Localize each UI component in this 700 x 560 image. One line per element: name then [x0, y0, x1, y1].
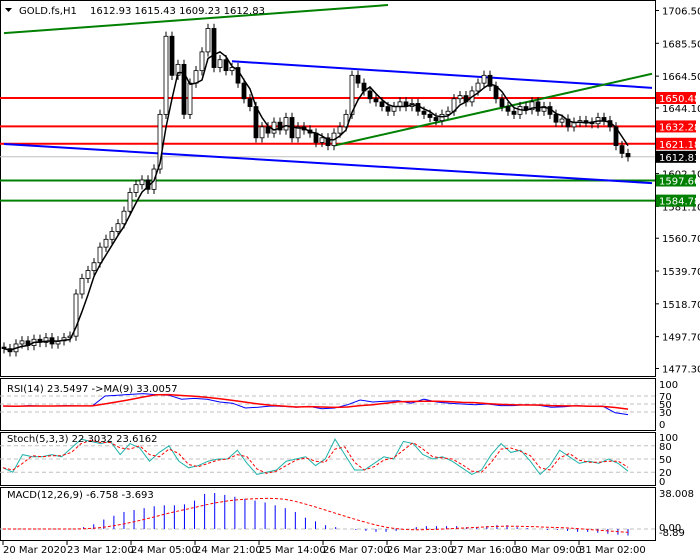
candle-body: [97, 246, 103, 264]
candle-body: [79, 277, 85, 295]
candle-body: [439, 113, 445, 122]
level-price-label: 1632.28: [659, 122, 700, 133]
candle-body: [319, 137, 325, 143]
candle-body: [535, 101, 541, 112]
candle-body: [199, 51, 205, 72]
candle-body: [85, 270, 91, 279]
main-panel-frame: [0, 0, 656, 377]
macd-tick-label: 38.008: [659, 489, 694, 500]
x-tick-label: 25 Mar 14:00: [259, 545, 326, 556]
y-tick-label: 1685.50: [662, 39, 700, 50]
x-tick-label: 31 Mar 02:00: [579, 545, 646, 556]
macd-label: MACD(12,26,9) -6.758 -3.693: [7, 490, 154, 501]
candle-body: [475, 82, 481, 92]
candle-body: [187, 82, 193, 115]
y-tick-label: 1539.70: [662, 267, 700, 278]
candle-body: [223, 59, 229, 72]
candle-body: [499, 98, 505, 107]
rsi-label: RSI(14) 23.5497 ->MA(9) 33.0057: [7, 384, 178, 395]
x-tick-label: 24 Mar 21:00: [195, 545, 262, 556]
level-price-label: 1650.48: [659, 94, 700, 105]
candle-body: [625, 153, 631, 158]
candle-body: [109, 231, 115, 240]
candle-body: [421, 110, 427, 115]
candle-body: [457, 95, 463, 100]
candle-body: [559, 118, 565, 123]
candle-body: [427, 113, 433, 118]
candle-body: [583, 120, 589, 123]
level-price-label: 1621.18: [659, 140, 700, 151]
indicator-tick-label: 80: [659, 442, 672, 453]
candle-body: [211, 28, 217, 68]
stoch-label: Stoch(5,3,3) 22.3032 23.6162: [7, 434, 158, 445]
y-tick-label: 1644.10: [662, 104, 700, 115]
candle-body: [367, 90, 373, 100]
y-tick-label: 1497.70: [662, 333, 700, 344]
candle-body: [103, 238, 109, 248]
indicator-tick-label: 0: [659, 477, 665, 488]
candle-body: [619, 145, 625, 154]
indicator-tick-label: 30: [659, 408, 672, 419]
macd-tick-label: -8.89: [659, 528, 685, 539]
candle-body: [433, 117, 439, 122]
x-tick-label: 23 Mar 12:00: [67, 545, 134, 556]
y-tick-label: 1518.70: [662, 300, 700, 311]
candle-body: [337, 126, 343, 134]
candle-body: [379, 101, 385, 107]
y-tick-label: 1560.70: [662, 234, 700, 245]
candle-body: [19, 340, 25, 345]
y-tick-label: 1664.50: [662, 72, 700, 83]
candle-body: [127, 192, 133, 212]
candle-body: [193, 70, 199, 84]
indicator-tick-label: 100: [659, 380, 678, 391]
candle-body: [283, 117, 289, 131]
x-tick-label: 27 Mar 16:00: [451, 545, 518, 556]
x-tick-label: 30 Mar 09:00: [515, 545, 582, 556]
x-tick-label: 26 Mar 07:00: [323, 545, 390, 556]
level-price-label: 1597.66: [659, 177, 700, 188]
candle-body: [217, 59, 223, 68]
candle-body: [601, 117, 607, 122]
indicator-tick-label: 0: [659, 420, 665, 431]
candle-body: [163, 35, 169, 115]
x-tick-label: 26 Mar 23:00: [387, 545, 454, 556]
y-tick-label: 1706.50: [662, 7, 700, 18]
candle-body: [91, 262, 97, 271]
x-tick-label: 24 Mar 05:00: [131, 545, 198, 556]
level-price-label: 1584.78: [659, 197, 700, 208]
candle-body: [259, 126, 265, 139]
chart-symbol: GOLD.fs,H1: [19, 6, 77, 17]
candle-body: [133, 184, 139, 193]
candle-body: [241, 82, 247, 100]
candle-body: [385, 106, 391, 112]
candle-body: [247, 98, 253, 107]
chart-ohlc: 1612.93 1615.43 1609.23 1612.83: [90, 6, 265, 17]
candle-body: [511, 110, 517, 115]
candle-body: [355, 74, 361, 84]
candle-body: [139, 179, 145, 186]
indicator-tick-label: 50: [659, 455, 672, 466]
chart-window[interactable]: 1706.501685.501664.501644.101602.101581.…: [0, 0, 700, 560]
candle-body: [169, 35, 175, 76]
candle-body: [121, 210, 127, 225]
candle-body: [115, 223, 121, 232]
candle-body: [373, 98, 379, 103]
current-price-label: 1612.83: [659, 153, 700, 164]
y-tick-label: 1477.30: [662, 365, 700, 376]
x-tick-label: 20 Mar 2020: [3, 545, 66, 556]
candle-body: [205, 28, 211, 53]
candle-body: [253, 106, 259, 139]
candle-body: [553, 113, 559, 123]
candle-body: [505, 106, 511, 112]
candle-body: [481, 74, 487, 84]
price-chart[interactable]: 1706.501685.501664.501644.101602.101581.…: [0, 0, 700, 560]
candle-body: [271, 121, 277, 134]
